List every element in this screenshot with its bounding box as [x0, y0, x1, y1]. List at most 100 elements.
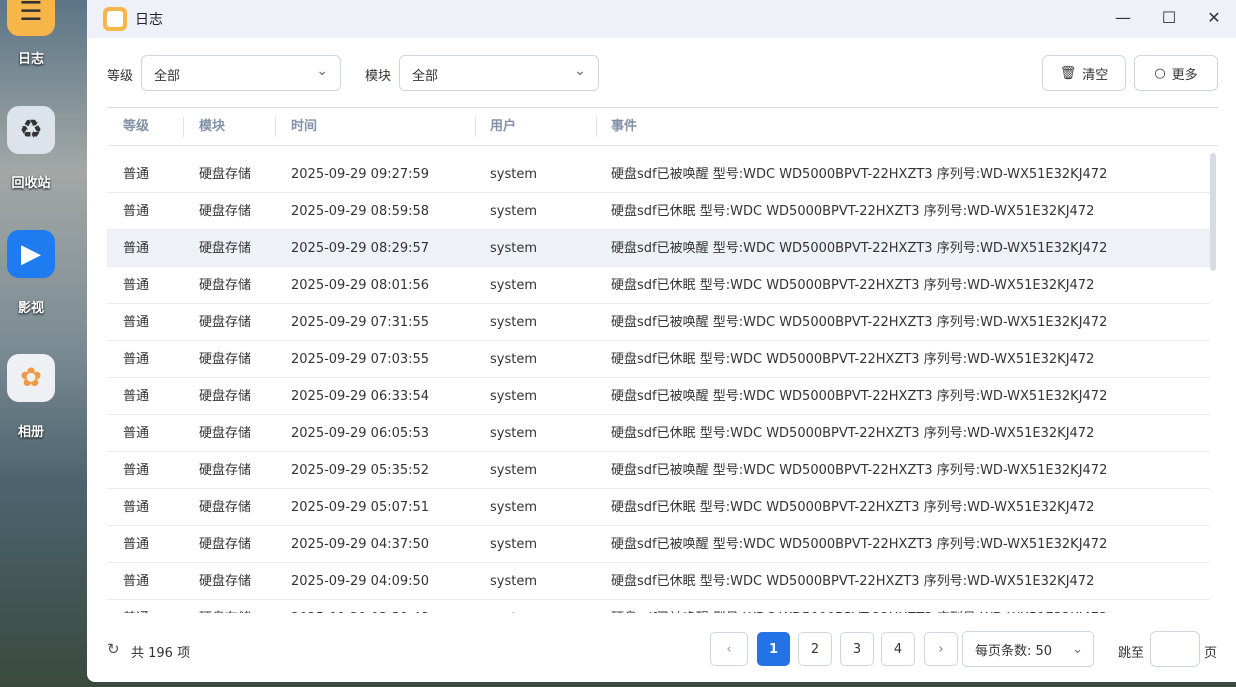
total-count: 共 196 项	[131, 646, 191, 661]
video-app-icon[interactable]: ▶	[7, 230, 55, 278]
cell-event: 硬盘sdf已休眠 型号:WDC WD5000BPVT-22HXZT3 序列号:W…	[611, 278, 1095, 293]
log-app-icon[interactable]: ☰	[7, 0, 55, 36]
clear-button[interactable]: 🗑 清空	[1042, 55, 1126, 91]
maximize-button[interactable]: ☐	[1159, 8, 1179, 27]
cell-level: 普通	[123, 204, 150, 219]
cell-module: 硬盘存储	[199, 389, 252, 404]
header-user[interactable]: 用户	[490, 108, 516, 145]
cell-user: system	[490, 241, 537, 256]
cell-event: 硬盘sdf已休眠 型号:WDC WD5000BPVT-22HXZT3 序列号:W…	[611, 574, 1095, 589]
jump-page-input[interactable]	[1150, 631, 1200, 667]
page-size-select[interactable]: 每页条数: 50 ⌄	[962, 631, 1094, 667]
table-body: 普通 硬盘存储 2025-09-29 09:27:59 system 硬盘sdf已被唤醒…	[107, 156, 1210, 613]
header-time[interactable]: 时间	[291, 108, 317, 145]
desktop-label: 回收站	[11, 176, 51, 191]
prev-page-button[interactable]: ‹	[710, 632, 748, 666]
header-event[interactable]: 事件	[611, 108, 637, 145]
page-button[interactable]: 2	[798, 632, 832, 666]
level-select[interactable]: 全部 ⌄	[141, 55, 341, 91]
next-page-button[interactable]: ›	[924, 632, 958, 666]
table-row[interactable]: 普通 硬盘存储 2025-09-29 05:07:51 system 硬盘sdf已休眠 …	[107, 489, 1210, 526]
header-level[interactable]: 等级	[123, 108, 149, 145]
cell-module: 硬盘存储	[199, 426, 252, 441]
photos-app-icon[interactable]: ✿	[7, 354, 55, 402]
cell-event: 硬盘sdf已被唤醒 型号:WDC WD5000BPVT-22HXZT3 序列号:…	[611, 537, 1108, 552]
recycle-bin-icon[interactable]: ♻	[7, 106, 55, 154]
desktop-label: 相册	[17, 425, 44, 440]
table-header: 等级 模块 时间 用户 事件	[107, 108, 1218, 146]
page-button[interactable]: 3	[840, 632, 874, 666]
cell-level: 普通	[123, 463, 150, 478]
level-label: 等级	[107, 69, 134, 84]
table-row[interactable]: 普通 硬盘存储 2025-09-29 07:31:55 system 硬盘sdf已被唤醒…	[107, 304, 1210, 341]
cell-time: 2025-09-29 07:03:55	[291, 352, 430, 367]
title-bar: 日志 — ☐ ✕	[87, 0, 1236, 38]
cell-level: 普通	[123, 537, 150, 552]
cell-event: 硬盘sdf已休眠 型号:WDC WD5000BPVT-22HXZT3 序列号:W…	[611, 426, 1095, 441]
cell-module: 硬盘存储	[199, 241, 252, 256]
cell-time: 2025-09-29 08:01:56	[291, 278, 430, 293]
circle-icon: ○	[1154, 65, 1166, 81]
more-label: 更多	[1171, 67, 1198, 83]
module-select[interactable]: 全部 ⌄	[399, 55, 599, 91]
cell-event: 硬盘sdf已被唤醒 型号:WDC WD5000BPVT-22HXZT3 序列号:…	[611, 167, 1108, 182]
footer: ↻ 共 196 项 ‹ 1 2 3 4 › 每页条数: 50 ⌄ 跳至 页	[107, 631, 1218, 668]
cell-time: 2025-09-29 09:27:59	[291, 167, 430, 182]
cell-module: 硬盘存储	[199, 204, 252, 219]
cell-user: system	[490, 500, 537, 515]
cell-event: 硬盘sdf已被唤醒 型号:WDC WD5000BPVT-22HXZT3 序列号:…	[611, 315, 1108, 330]
cell-user: system	[490, 426, 537, 441]
cell-level: 普通	[123, 278, 150, 293]
cell-level: 普通	[123, 426, 150, 441]
module-label: 模块	[365, 69, 392, 84]
cell-level: 普通	[123, 600, 149, 613]
close-button[interactable]: ✕	[1204, 8, 1224, 27]
table-row[interactable]: 普通 硬盘存储 2025-09-29 08:29:57 system 硬盘sdf已被唤醒…	[107, 230, 1210, 267]
cell-time: 2025-09-29 05:35:52	[291, 463, 430, 478]
more-button[interactable]: ○ 更多	[1134, 55, 1218, 91]
clear-label: 清空	[1082, 67, 1109, 83]
cell-module: 硬盘存储	[199, 167, 252, 182]
cell-time: 2025-09-29 04:37:50	[291, 537, 430, 552]
table-row[interactable]: 普通 硬盘存储 2025-09-29 06:33:54 system 硬盘sdf已被唤醒…	[107, 378, 1210, 415]
table-row[interactable]: 普通 硬盘存储 2025-09-29 08:01:56 system 硬盘sdf已休眠 …	[107, 267, 1210, 304]
cell-module: 硬盘存储	[199, 315, 252, 330]
table-row[interactable]: 普通 硬盘存储 2025-09-29 04:09:50 system 硬盘sdf已休眠 …	[107, 563, 1210, 600]
cell-time: 2025-09-29 05:07:51	[291, 500, 430, 515]
cell-user: system	[490, 389, 537, 404]
table-row[interactable]: 普通 硬盘存储 2025-09-29 09:27:59 system 硬盘sdf已被唤醒…	[107, 156, 1210, 193]
cell-module: 硬盘存储	[199, 537, 252, 552]
desktop: ☰ 日志 ♻ 回收站 ▶ 影视 ✿ 相册	[0, 0, 87, 687]
desktop-label: 影视	[17, 301, 44, 316]
table-row[interactable]: 普通 硬盘存储 2025-09-29 07:03:55 system 硬盘sdf已休眠 …	[107, 341, 1210, 378]
cell-module: 硬盘存储	[199, 500, 252, 515]
minimize-button[interactable]: —	[1113, 8, 1133, 27]
toolbar: 等级 全部 ⌄ 模块 全部 ⌄ 🗑 清空 ○ 更多	[107, 55, 1218, 91]
cell-module: 硬盘存储	[199, 352, 252, 367]
table-row[interactable]: 普通 硬盘存储 2025-09-29 03:39:48 system 硬盘sdf已被唤醒…	[107, 600, 1210, 613]
cell-user: system	[490, 537, 537, 552]
cell-event: 硬盘sdf已休眠 型号:WDC WD5000BPVT-22HXZT3 序列号:W…	[611, 204, 1095, 219]
table-row[interactable]: 普通 硬盘存储 2025-09-29 08:59:58 system 硬盘sdf已休眠 …	[107, 193, 1210, 230]
page-suffix: 页	[1204, 646, 1218, 661]
page-button[interactable]: 4	[881, 632, 915, 666]
scrollbar[interactable]	[1210, 153, 1216, 271]
chevron-down-icon: ⌄	[574, 63, 586, 79]
cell-event: 硬盘sdf已休眠 型号:WDC WD5000BPVT-22HXZT3 序列号:W…	[611, 500, 1095, 515]
header-module[interactable]: 模块	[199, 108, 225, 145]
cell-user: system	[490, 463, 537, 478]
cell-user: system	[490, 315, 537, 330]
table-row[interactable]: 普通 硬盘存储 2025-09-29 05:35:52 system 硬盘sdf已被唤醒…	[107, 452, 1210, 489]
cell-module: 硬盘存储	[199, 463, 252, 478]
column-divider	[596, 117, 597, 137]
column-divider	[475, 117, 476, 137]
table-row[interactable]: 普通 硬盘存储 2025-09-29 06:05:53 system 硬盘sdf已休眠 …	[107, 415, 1210, 452]
cell-time: 2025-09-29 06:05:53	[291, 426, 430, 441]
cell-level: 普通	[123, 167, 150, 182]
page-button[interactable]: 1	[757, 632, 790, 666]
refresh-icon[interactable]: ↻	[107, 640, 120, 658]
column-divider	[183, 117, 184, 137]
chevron-down-icon: ⌄	[316, 63, 328, 79]
table-row[interactable]: 普通 硬盘存储 2025-09-29 04:37:50 system 硬盘sdf已被唤醒…	[107, 526, 1210, 563]
cell-event: 硬盘sdf已被唤醒 型号:WDC WD5000BPVT-22HXZT3 序列号:…	[611, 600, 1107, 613]
